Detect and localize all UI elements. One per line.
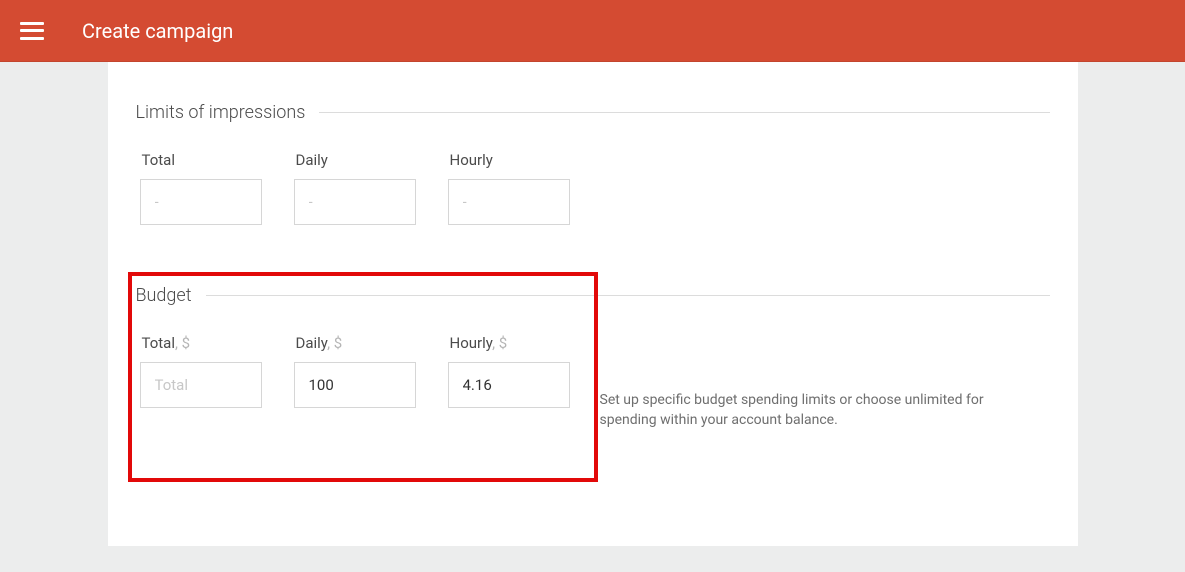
budget-section: Budget Total, $ Daily, $ <box>136 285 1050 431</box>
budget-title: Budget <box>136 285 192 306</box>
budget-total-label-text: Total <box>142 334 176 352</box>
impressions-section: Limits of impressions Total Daily Hourly <box>136 102 1050 225</box>
budget-daily-label-text: Daily <box>296 334 328 352</box>
impressions-daily-input[interactable] <box>294 179 416 225</box>
budget-total-field: Total, $ <box>140 334 262 408</box>
section-title-row: Budget <box>136 285 1050 306</box>
content-wrap: Limits of impressions Total Daily Hourly <box>0 62 1185 546</box>
impressions-total-field: Total <box>140 151 262 225</box>
budget-daily-field: Daily, $ <box>294 334 416 408</box>
impressions-title: Limits of impressions <box>136 102 306 123</box>
section-divider <box>206 295 1050 296</box>
currency-suffix: , $ <box>175 334 190 352</box>
campaign-card: Limits of impressions Total Daily Hourly <box>108 62 1078 546</box>
budget-hourly-label-text: Hourly <box>450 334 493 352</box>
budget-hourly-label: Hourly, $ <box>448 334 570 352</box>
section-title-row: Limits of impressions <box>136 102 1050 123</box>
currency-suffix: , $ <box>492 334 507 352</box>
budget-total-label: Total, $ <box>140 334 262 352</box>
impressions-daily-label: Daily <box>294 151 416 169</box>
impressions-fields: Total Daily Hourly <box>136 151 1050 225</box>
currency-suffix: , $ <box>327 334 342 352</box>
app-header: Create campaign <box>0 0 1185 62</box>
impressions-daily-field: Daily <box>294 151 416 225</box>
menu-icon[interactable] <box>20 22 44 40</box>
budget-daily-input[interactable] <box>294 362 416 408</box>
impressions-total-input[interactable] <box>140 179 262 225</box>
impressions-total-label: Total <box>140 151 262 169</box>
budget-hourly-input[interactable] <box>448 362 570 408</box>
budget-total-input[interactable] <box>140 362 262 408</box>
impressions-hourly-field: Hourly <box>448 151 570 225</box>
budget-daily-label: Daily, $ <box>294 334 416 352</box>
impressions-hourly-input[interactable] <box>448 179 570 225</box>
budget-fields: Total, $ Daily, $ Hourly, <box>136 334 570 408</box>
budget-body: Total, $ Daily, $ Hourly, <box>136 334 1050 431</box>
impressions-hourly-label: Hourly <box>448 151 570 169</box>
budget-hourly-field: Hourly, $ <box>448 334 570 408</box>
page-title: Create campaign <box>82 19 233 43</box>
budget-help-text: Set up specific budget spending limits o… <box>600 334 1040 431</box>
section-divider <box>319 112 1049 113</box>
